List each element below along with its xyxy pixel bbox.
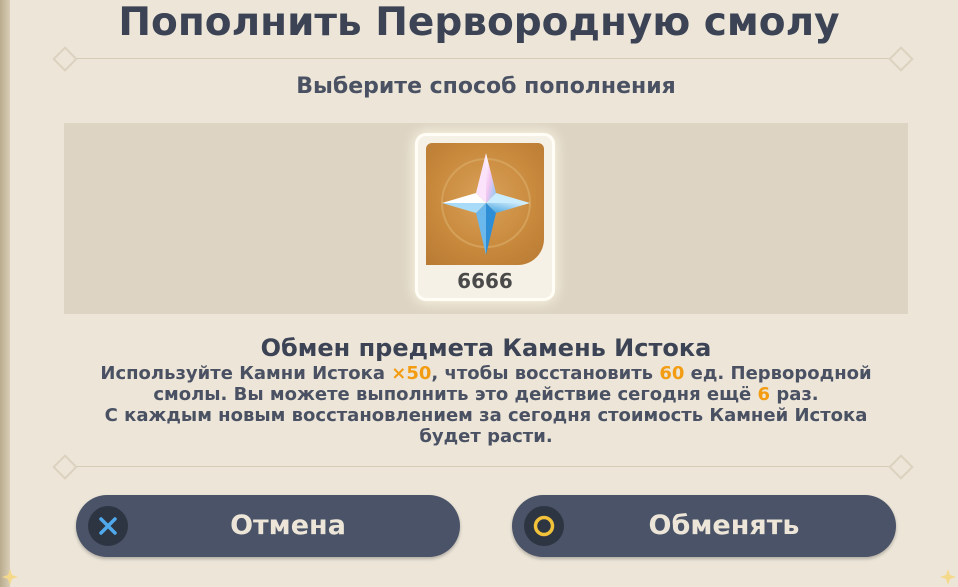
restore-amount: 60	[659, 363, 685, 384]
divider-ornament-right	[888, 46, 914, 72]
divider-ornament-right	[888, 454, 914, 480]
desc-text: ед. Первородной	[684, 363, 872, 384]
desc-line-3: С каждым новым восстановлением за сегодн…	[104, 405, 868, 426]
item-count: 6666	[457, 269, 513, 293]
cost-value: ×50	[391, 363, 432, 384]
desc-line-2: смолы. Вы можете выполнить это действие …	[98, 384, 874, 405]
cancel-button-label: Отмена	[230, 510, 346, 541]
exchange-button[interactable]: Обменять	[512, 495, 896, 557]
bottom-divider	[72, 466, 908, 467]
cancel-button[interactable]: Отмена	[76, 495, 460, 557]
desc-line-1: Используйте Камни Истока ×50, чтобы восс…	[98, 363, 874, 384]
desc-text: Используйте Камни Истока	[100, 363, 392, 384]
corner-star-icon	[2, 569, 18, 585]
dialog-title: Пополнить Первородную смолу	[118, 0, 840, 45]
desc-text: раз.	[770, 384, 819, 405]
item-art	[426, 143, 544, 265]
exchange-title: Обмен предмета Камень Истока	[260, 334, 712, 362]
exchange-description: Используйте Камни Истока ×50, чтобы восс…	[98, 363, 874, 447]
dialog-subtitle: Выберите способ пополнения	[296, 74, 676, 99]
divider-ornament-left	[52, 46, 78, 72]
desc-line-4: будет расти.	[419, 426, 553, 447]
exchange-button-label: Обменять	[648, 510, 800, 541]
item-card-intertwined-fate[interactable]: 6666	[418, 136, 552, 298]
top-divider	[72, 58, 908, 59]
divider-ornament-left	[52, 454, 78, 480]
remaining-times: 6	[757, 384, 771, 405]
desc-text: , чтобы восстановить	[431, 363, 660, 384]
corner-star-icon	[940, 569, 956, 585]
intertwined-fate-star-icon	[441, 153, 531, 255]
desc-text: смолы. Вы можете выполнить это действие …	[153, 384, 758, 405]
